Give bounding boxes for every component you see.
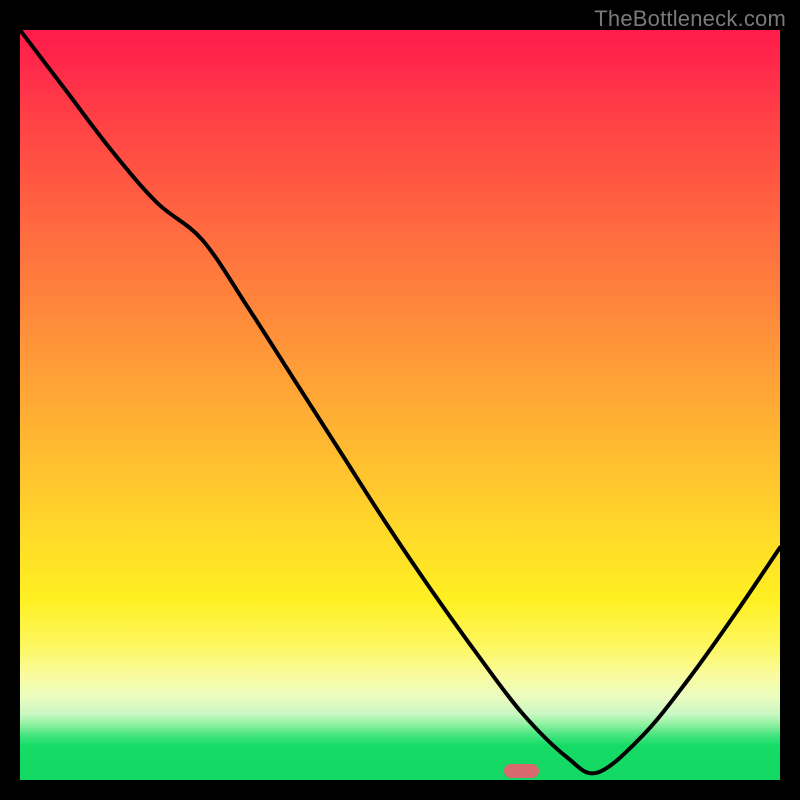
plot-area bbox=[20, 30, 780, 780]
curve-layer bbox=[20, 30, 780, 780]
watermark-text: TheBottleneck.com bbox=[594, 6, 786, 32]
bottleneck-curve bbox=[20, 30, 780, 773]
chart-frame: TheBottleneck.com bbox=[0, 0, 800, 800]
bottleneck-marker bbox=[504, 764, 538, 778]
